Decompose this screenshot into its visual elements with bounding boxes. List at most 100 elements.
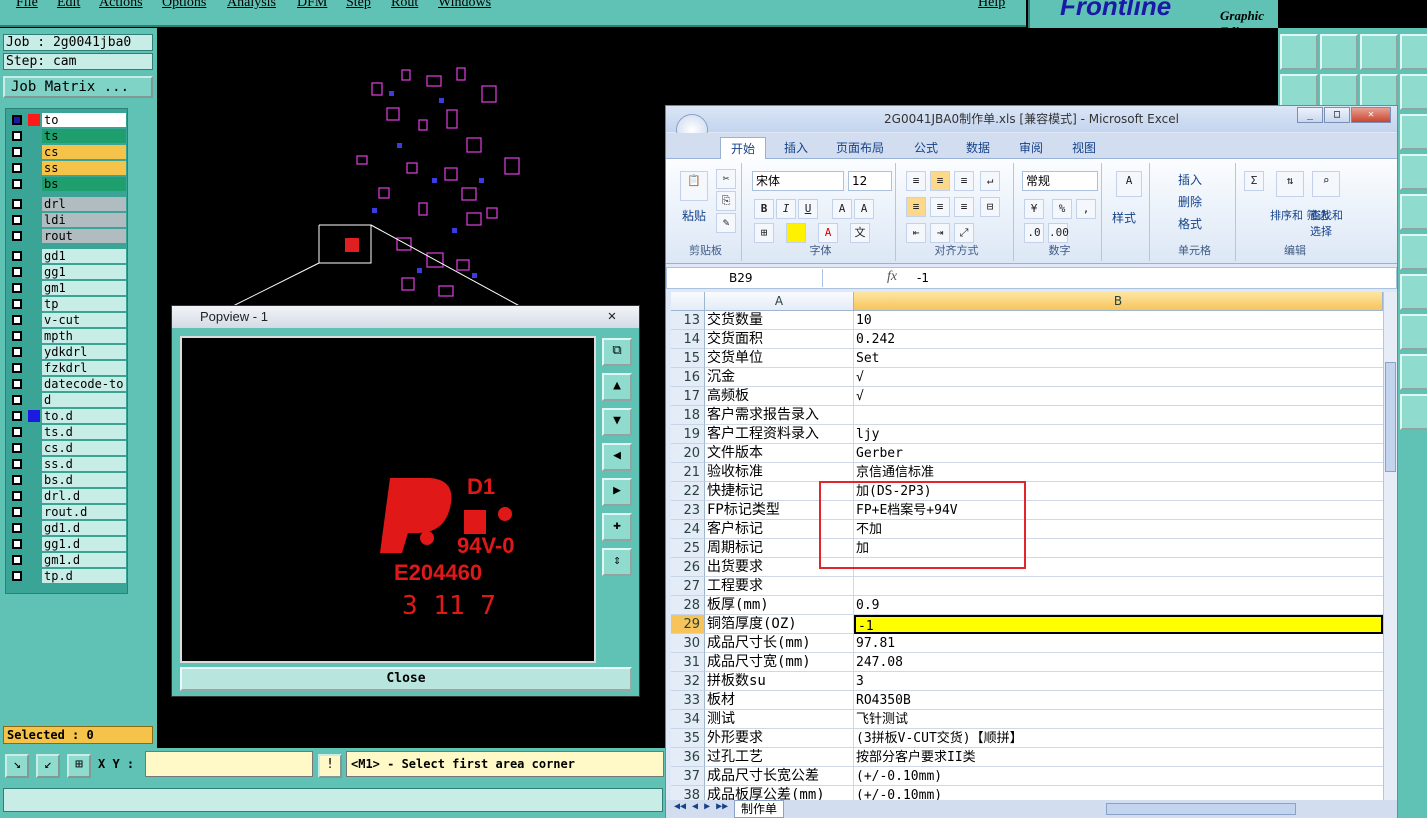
merge-icon[interactable]: ⊟	[980, 197, 1000, 217]
cell-a[interactable]: 铜箔厚度(OZ)	[705, 615, 854, 634]
layer-checkbox[interactable]	[12, 147, 22, 157]
cell-b[interactable]: 按部分客户要求II类	[854, 748, 1383, 767]
save-job-icon[interactable]	[1320, 34, 1358, 70]
cell-a[interactable]: 外形要求	[705, 729, 854, 748]
layer-row[interactable]: gg1	[8, 265, 127, 280]
style-label[interactable]: 样式	[1112, 209, 1136, 226]
menu-options[interactable]: Options	[162, 0, 206, 11]
row-header[interactable]: 37	[671, 767, 705, 786]
layer-checkbox[interactable]	[12, 443, 22, 453]
cell-a[interactable]: 拼板数su	[705, 672, 854, 691]
table-row[interactable]: 24 客户标记 不加	[671, 520, 1383, 539]
cell-a[interactable]: 交货单位	[705, 349, 854, 368]
horizontal-scrollbar[interactable]	[1106, 803, 1296, 815]
table-row[interactable]: 17 高频板 √	[671, 387, 1383, 406]
tab-view[interactable]: 视图	[1062, 137, 1106, 159]
popview-close-icon[interactable]: ✕	[591, 307, 633, 325]
tool-icon[interactable]	[1400, 394, 1427, 430]
layer-row[interactable]: drl	[8, 197, 127, 212]
layer-name[interactable]: ss	[42, 161, 126, 175]
layer-checkbox[interactable]	[12, 251, 22, 261]
layer-row[interactable]: bs.d	[8, 473, 127, 488]
scroll-thumb[interactable]	[1385, 362, 1396, 472]
layer-row[interactable]: to	[8, 113, 127, 128]
row-header[interactable]: 20	[671, 444, 705, 463]
table-row[interactable]: 22 快捷标记 加(DS-2P3)	[671, 482, 1383, 501]
close-icon[interactable]: ✕	[1351, 107, 1391, 123]
paste-icon[interactable]: 📋	[680, 171, 708, 201]
fx-icon[interactable]: fx	[887, 269, 897, 285]
layer-row[interactable]: gm1	[8, 281, 127, 296]
job-matrix-button[interactable]: Job Matrix ...	[3, 76, 153, 98]
column-header-b[interactable]: B	[854, 292, 1383, 311]
row-header[interactable]: 22	[671, 482, 705, 501]
cell-a[interactable]: 沉金	[705, 368, 854, 387]
layer-row[interactable]: datecode-to	[8, 377, 127, 392]
layer-checkbox[interactable]	[12, 475, 22, 485]
layer-checkbox[interactable]	[12, 267, 22, 277]
row-header[interactable]: 28	[671, 596, 705, 615]
layer-checkbox[interactable]	[12, 231, 22, 241]
table-row[interactable]: 32 拼板数su 3	[671, 672, 1383, 691]
layer-checkbox[interactable]	[12, 299, 22, 309]
popview-close-button[interactable]: Close	[180, 667, 632, 691]
border-icon[interactable]: ⊞	[754, 223, 774, 243]
shrink-font-icon[interactable]: A	[854, 199, 874, 219]
row-header[interactable]: 33	[671, 691, 705, 710]
cell-b[interactable]	[854, 577, 1383, 596]
zoom-out-icon[interactable]: ⇕	[602, 548, 632, 576]
layer-checkbox[interactable]	[12, 459, 22, 469]
layer-checkbox[interactable]	[12, 331, 22, 341]
layer-checkbox[interactable]	[12, 215, 22, 225]
copy-icon[interactable]: ⎘	[716, 191, 736, 211]
phonetic-icon[interactable]: 文	[850, 223, 870, 243]
vertical-scrollbar[interactable]	[1383, 292, 1397, 800]
table-row[interactable]: 27 工程要求	[671, 577, 1383, 596]
tab-page-layout[interactable]: 页面布局	[826, 137, 894, 159]
help-icon[interactable]	[1400, 114, 1427, 150]
table-row[interactable]: 38 成品板厚公差(mm) (+/-0.10mm)	[671, 786, 1383, 800]
xy-input[interactable]	[145, 751, 313, 777]
layer-row[interactable]: tp	[8, 297, 127, 312]
minimize-icon[interactable]: _	[1297, 107, 1323, 123]
popview-canvas[interactable]: D1 94V-0 E204460 3 11 7	[180, 336, 596, 663]
layer-name[interactable]: cs.d	[42, 441, 126, 455]
cell-a[interactable]: 板材	[705, 691, 854, 710]
zoom-fit-button[interactable]: ↘	[5, 754, 29, 778]
layer-checkbox[interactable]	[12, 555, 22, 565]
cell-b[interactable]: √	[854, 387, 1383, 406]
menu-analysis[interactable]: Analysis	[227, 0, 276, 11]
table-row[interactable]: 37 成品尺寸长宽公差 (+/-0.10mm)	[671, 767, 1383, 786]
decrease-indent-icon[interactable]: ⇤	[906, 223, 926, 243]
layer-checkbox[interactable]	[12, 283, 22, 293]
fill-color-icon[interactable]	[786, 223, 806, 243]
pan-down-icon[interactable]: ▼	[602, 408, 632, 436]
align-left-icon[interactable]: ≡	[906, 197, 926, 217]
pan-up-icon[interactable]: ▲	[602, 373, 632, 401]
menu-file[interactable]: File	[16, 0, 38, 11]
row-header[interactable]: 13	[671, 311, 705, 330]
font-size-select[interactable]: 12	[848, 171, 892, 191]
layer-row[interactable]: to.d	[8, 409, 127, 424]
style-icon[interactable]: A	[1116, 171, 1142, 197]
layer-name[interactable]: to.d	[42, 409, 126, 423]
row-header[interactable]: 38	[671, 786, 705, 800]
layer-name[interactable]: gm1	[42, 281, 126, 295]
cell-a[interactable]: 文件版本	[705, 444, 854, 463]
open-job-icon[interactable]	[1280, 34, 1318, 70]
increase-indent-icon[interactable]: ⇥	[930, 223, 950, 243]
cell-b[interactable]: 247.08	[854, 653, 1383, 672]
layer-name[interactable]: bs.d	[42, 473, 126, 487]
layer-name[interactable]: tp	[42, 297, 126, 311]
layer-row[interactable]: rout.d	[8, 505, 127, 520]
layer-name[interactable]: v-cut	[42, 313, 126, 327]
italic-icon[interactable]: I	[776, 199, 796, 219]
row-header[interactable]: 36	[671, 748, 705, 767]
tool-icon[interactable]	[1400, 194, 1427, 230]
layer-checkbox[interactable]	[12, 523, 22, 533]
pan-right-icon[interactable]: ▶	[602, 478, 632, 506]
row-header[interactable]: 15	[671, 349, 705, 368]
layer-row[interactable]: ss.d	[8, 457, 127, 472]
layer-name[interactable]: tp.d	[42, 569, 126, 583]
cell-a[interactable]: 工程要求	[705, 577, 854, 596]
